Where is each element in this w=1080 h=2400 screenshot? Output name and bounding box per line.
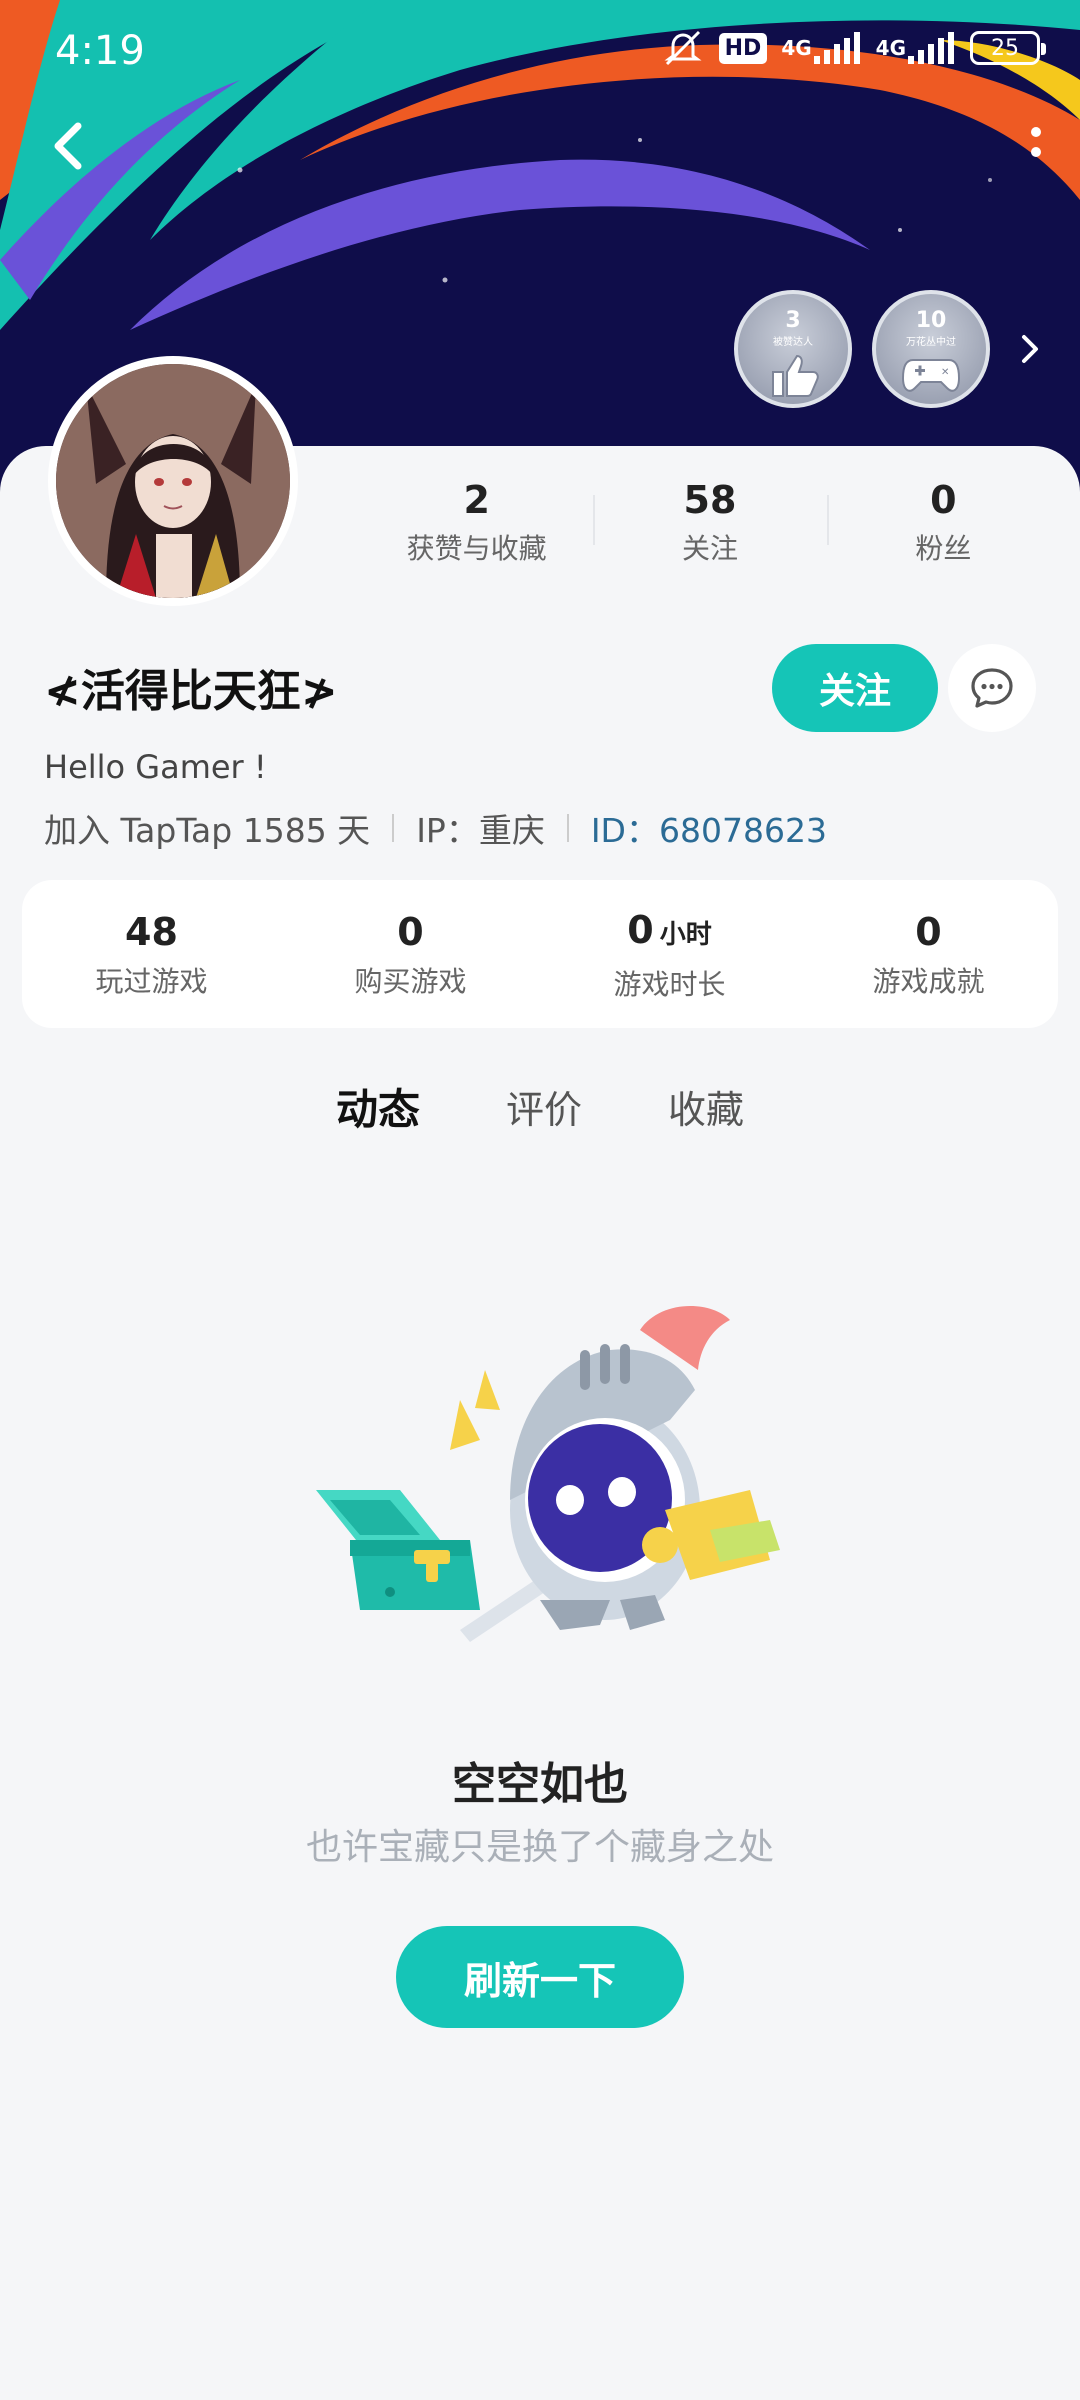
game-stats-card: 48 玩过游戏 0 购买游戏 0 小时 游戏时长 0 游戏成就 [22, 880, 1058, 1028]
game-stat-bought[interactable]: 0 购买游戏 [281, 908, 540, 1000]
divider [566, 814, 569, 842]
thumbs-up-icon [772, 354, 819, 397]
content-tabs: 动态 评价 收藏 [0, 1080, 1080, 1160]
battery-icon: 25 [970, 31, 1046, 65]
tab-posts[interactable]: 动态 [335, 1080, 420, 1150]
bio-text: Hello Gamer ! [44, 748, 267, 786]
status-time: 4:19 [55, 28, 145, 74]
battery-level: 25 [991, 35, 1019, 61]
chevron-left-icon [54, 122, 82, 170]
tab-collections[interactable]: 收藏 [668, 1080, 744, 1150]
badge-number: 10 [915, 308, 947, 333]
game-stat-value: 0 [627, 907, 654, 952]
game-stat-unit: 小时 [659, 919, 712, 950]
ip-location: IP：重庆 [416, 811, 545, 850]
stat-value: 58 [683, 478, 737, 522]
message-button[interactable] [948, 644, 1036, 732]
gamepad-icon: ✕ [901, 359, 961, 392]
game-stat-value: 48 [125, 910, 178, 954]
nickname: ≮活得比天狂≯ [44, 666, 338, 717]
stat-followers[interactable]: 0 粉丝 [826, 475, 1060, 575]
game-stat-value: 0 [915, 910, 942, 954]
signal-icon: 4G [781, 30, 861, 66]
stat-label: 获赞与收藏 [406, 532, 547, 565]
badge-liked[interactable]: 3 被赞达人 [734, 290, 852, 408]
back-button[interactable] [40, 110, 100, 180]
empty-state-title: 空空如也 [452, 1759, 628, 1810]
signal-icon-2: 4G [876, 30, 956, 66]
chat-bubble-icon [971, 668, 1013, 708]
avatar-image [56, 364, 290, 598]
game-stat-label: 购买游戏 [354, 965, 467, 998]
badge-caption: 被赞达人 [773, 337, 813, 348]
stat-value: 2 [463, 478, 490, 522]
badges-more-button[interactable] [1010, 319, 1050, 379]
empty-state-illustration [310, 1300, 790, 1660]
stat-value: 0 [930, 478, 957, 522]
tab-label: 评价 [505, 1088, 582, 1132]
stat-label: 关注 [681, 532, 738, 565]
game-stat-label: 游戏成就 [872, 965, 985, 998]
tab-label: 收藏 [668, 1088, 745, 1132]
follow-button[interactable]: 关注 [772, 644, 938, 732]
chevron-right-icon [1022, 335, 1038, 363]
badge-caption: 万花丛中过 [906, 337, 956, 348]
divider [392, 814, 395, 842]
treasure-chest-icon [316, 1490, 480, 1610]
svg-text:✕: ✕ [941, 367, 949, 378]
join-days: 加入 TapTap 1585 天 [44, 811, 371, 850]
active-tab-indicator [335, 1138, 420, 1148]
badge-games[interactable]: 10 万花丛中过 ✕ [872, 290, 990, 408]
knight-mascot [450, 1306, 780, 1630]
network-label: 4G [781, 36, 812, 60]
achievement-badges[interactable]: 3 被赞达人 10 万花丛中过 ✕ [734, 290, 1050, 408]
game-stat-playtime[interactable]: 0 小时 游戏时长 [540, 906, 799, 1003]
stat-likes[interactable]: 2 获赞与收藏 [360, 475, 593, 575]
badge-number: 3 [785, 308, 801, 333]
stat-following[interactable]: 58 关注 [593, 475, 826, 575]
game-stat-label: 玩过游戏 [95, 965, 208, 998]
more-vertical-icon [1031, 127, 1041, 157]
more-button[interactable] [1016, 120, 1056, 170]
network-label-2: 4G [875, 36, 906, 60]
game-stat-label: 游戏时长 [613, 967, 726, 1001]
game-stat-value: 0 [397, 910, 424, 954]
tab-label: 动态 [335, 1085, 420, 1134]
avatar[interactable] [48, 356, 298, 606]
empty-state-subtitle: 也许宝藏只是换了个藏身之处 [305, 1827, 774, 1868]
game-stat-played[interactable]: 48 玩过游戏 [22, 908, 281, 1000]
profile-meta: 加入 TapTap 1585 天 IP：重庆 ID：68078623 [44, 804, 827, 852]
social-stats: 2 获赞与收藏 58 关注 0 粉丝 [360, 475, 1060, 575]
status-bar: 4:19 HD 4G 4G 25 [0, 0, 1080, 100]
mute-icon [661, 28, 705, 68]
tab-reviews[interactable]: 评价 [506, 1080, 582, 1150]
user-id[interactable]: ID：68078623 [591, 804, 827, 852]
refresh-button[interactable]: 刷新一下 [396, 1926, 684, 2028]
stat-label: 粉丝 [915, 532, 972, 565]
profile-page: 4:19 HD 4G 4G 25 3 被赞达人 10 万花丛中过 ✕ 2 获赞与… [0, 0, 1080, 2400]
hd-badge: HD [718, 32, 768, 64]
game-stat-achievements[interactable]: 0 游戏成就 [799, 908, 1058, 1000]
